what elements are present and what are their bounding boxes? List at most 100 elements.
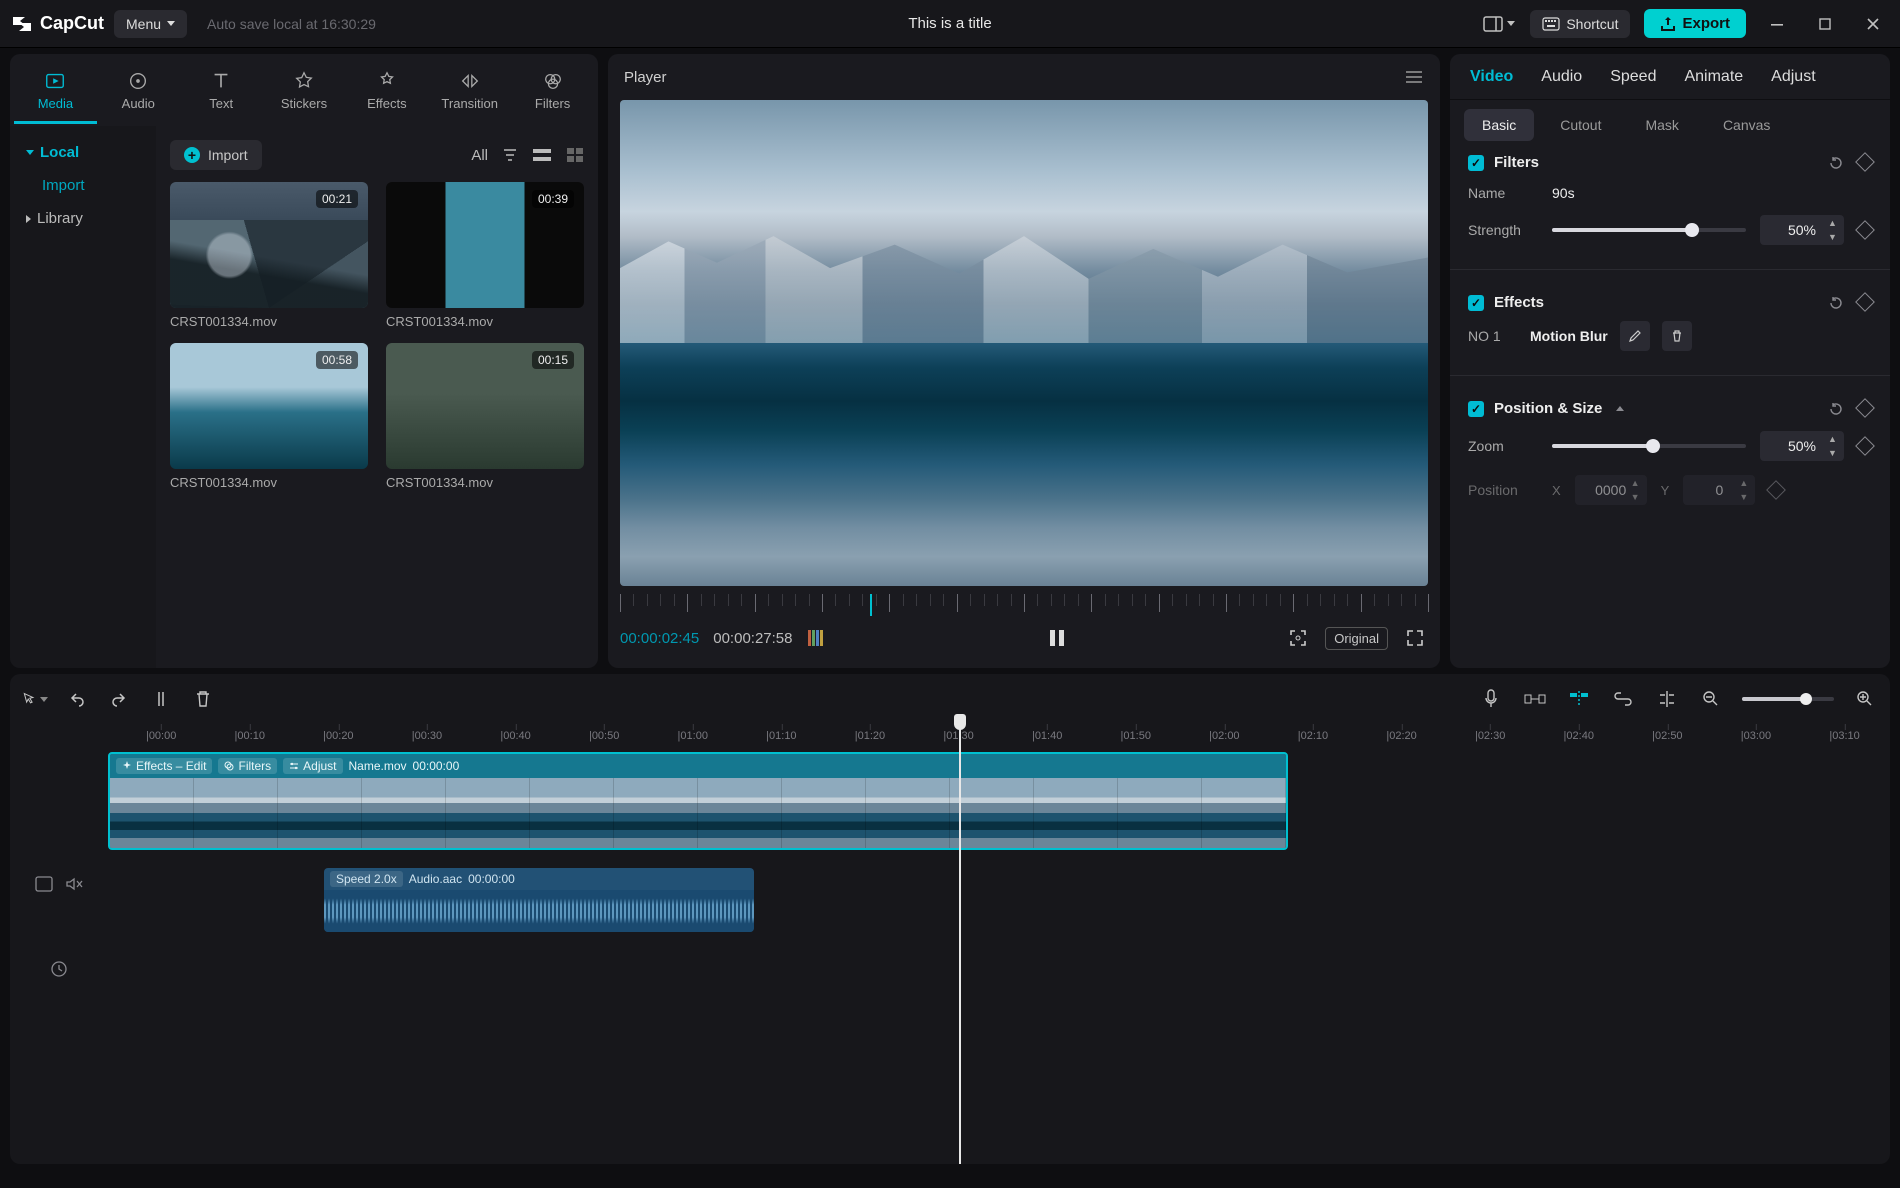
view-grid-icon[interactable] [566,147,584,163]
tool-tab-label: Audio [122,96,155,111]
zoom-out-button[interactable] [1698,686,1724,712]
inspector-tab-animate[interactable]: Animate [1684,58,1743,96]
layout-button[interactable] [1482,9,1516,39]
timeline-ruler[interactable]: |00:00|00:10|00:20|00:30|00:40|00:50|01:… [108,724,1880,752]
sidebar-item-library[interactable]: Library [10,202,156,235]
record-voiceover-button[interactable] [1478,686,1504,712]
keyframe-effects[interactable] [1855,292,1875,312]
video-clip[interactable]: Effects – Edit Filters Adjust Name.mov 0… [108,752,1288,850]
stepper-up-icon[interactable]: ▲ [1631,478,1643,488]
tool-tab-effects[interactable]: Effects [345,64,428,124]
stepper-up-icon[interactable]: ▲ [1739,478,1751,488]
inspector-tab-video[interactable]: Video [1470,58,1513,96]
inspector-tab-speed[interactable]: Speed [1610,58,1656,96]
stepper-down-icon[interactable]: ▼ [1631,492,1643,502]
stepper-up-icon[interactable]: ▲ [1828,218,1840,228]
inspector-subtab-canvas[interactable]: Canvas [1705,109,1788,141]
tool-tab-media[interactable]: Media [14,64,97,124]
preview-axis-button[interactable] [1654,686,1680,712]
reset-filters-button[interactable] [1828,155,1844,171]
tool-tab-filters[interactable]: Filters [511,64,594,124]
safe-zone-button[interactable] [1285,625,1311,651]
stepper-down-icon[interactable]: ▼ [1828,448,1840,458]
inspector-subtab-cutout[interactable]: Cutout [1542,109,1619,141]
keyframe-filters[interactable] [1855,152,1875,172]
stepper-up-icon[interactable]: ▲ [1828,434,1840,444]
tracks-area[interactable]: Effects – Edit Filters Adjust Name.mov 0… [108,752,1880,1164]
timeline-zoom-slider[interactable] [1742,697,1834,701]
reset-possize-button[interactable] [1828,401,1844,417]
delete-effect-button[interactable] [1662,321,1692,351]
keyframe-position[interactable] [1766,480,1786,500]
position-x-input[interactable]: 0000 ▲▼ [1575,475,1647,505]
player-ruler-playhead[interactable] [870,594,872,616]
view-list-icon[interactable] [532,147,552,163]
delete-button[interactable] [190,686,216,712]
player-options-button[interactable] [1404,70,1424,84]
shortcut-button[interactable]: Shortcut [1530,10,1630,38]
keyframe-possize[interactable] [1855,398,1875,418]
keyframe-strength[interactable] [1855,220,1875,240]
export-button[interactable]: Export [1644,9,1746,38]
tool-tab-stickers[interactable]: Stickers [263,64,346,124]
link-button[interactable] [1610,686,1636,712]
inspector-tab-audio[interactable]: Audio [1541,58,1582,96]
media-item[interactable]: 00:39 CRST001334.mov [386,182,584,329]
zoom-in-button[interactable] [1852,686,1878,712]
media-item[interactable]: 00:21 CRST001334.mov [170,182,368,329]
timeline-playhead[interactable] [959,724,961,1164]
maximize-button[interactable] [1808,9,1842,39]
strength-input[interactable]: 50% ▲▼ [1760,215,1844,245]
selection-tool[interactable] [22,686,48,712]
minimize-button[interactable] [1760,9,1794,39]
split-button[interactable] [148,686,174,712]
play-pause-button[interactable] [1044,625,1070,651]
zoom-slider[interactable] [1552,444,1746,448]
clip-tag-filters[interactable]: Filters [218,758,277,774]
aspect-ratio-button[interactable]: Original [1325,627,1388,650]
clip-tag-adjust[interactable]: Adjust [283,758,342,774]
clip-tag-effects[interactable]: Effects – Edit [116,758,212,774]
import-button[interactable]: + Import [170,140,262,170]
checkbox-filters[interactable]: ✓ [1468,155,1484,171]
stepper-down-icon[interactable]: ▼ [1739,492,1751,502]
add-track-button[interactable] [50,960,68,978]
inspector-tab-adjust[interactable]: Adjust [1771,58,1815,96]
auto-snap-button[interactable] [1566,686,1592,712]
zoom-input[interactable]: 50% ▲▼ [1760,431,1844,461]
media-item[interactable]: 00:58 CRST001334.mov [170,343,368,490]
sidebar-item-local[interactable]: Local [10,136,156,169]
mute-track-button[interactable] [65,876,83,892]
app-logo: CapCut [10,12,104,36]
sort-icon[interactable] [502,147,518,163]
edit-effect-button[interactable] [1620,321,1650,351]
project-title[interactable]: This is a title [908,15,991,32]
checkbox-possize[interactable]: ✓ [1468,401,1484,417]
magnet-button[interactable] [1522,686,1548,712]
undo-button[interactable] [64,686,90,712]
cover-set-button[interactable] [35,876,53,892]
reset-effects-button[interactable] [1828,295,1844,311]
stepper-down-icon[interactable]: ▼ [1828,232,1840,242]
keyframe-zoom[interactable] [1855,436,1875,456]
tool-tab-text[interactable]: Text [180,64,263,124]
checkbox-effects[interactable]: ✓ [1468,295,1484,311]
sidebar-item-import[interactable]: Import [10,169,156,202]
redo-button[interactable] [106,686,132,712]
position-y-input[interactable]: 0 ▲▼ [1683,475,1755,505]
caret-up-icon[interactable] [1616,406,1624,411]
strength-slider[interactable] [1552,228,1746,232]
media-item[interactable]: 00:15 CRST001334.mov [386,343,584,490]
fullscreen-button[interactable] [1402,625,1428,651]
player-mini-ruler[interactable] [620,594,1428,616]
menu-button[interactable]: Menu [114,10,187,38]
inspector-subtab-basic[interactable]: Basic [1464,109,1534,141]
player-viewport[interactable] [620,100,1428,586]
inspector-subtab-mask[interactable]: Mask [1627,109,1696,141]
tool-tab-transition[interactable]: Transition [428,64,511,124]
scopes-icon[interactable] [807,629,829,647]
filter-all-label[interactable]: All [471,147,488,164]
close-button[interactable] [1856,9,1890,39]
tool-tab-audio[interactable]: Audio [97,64,180,124]
audio-clip[interactable]: Speed 2.0x Audio.aac 00:00:00 [324,868,754,932]
